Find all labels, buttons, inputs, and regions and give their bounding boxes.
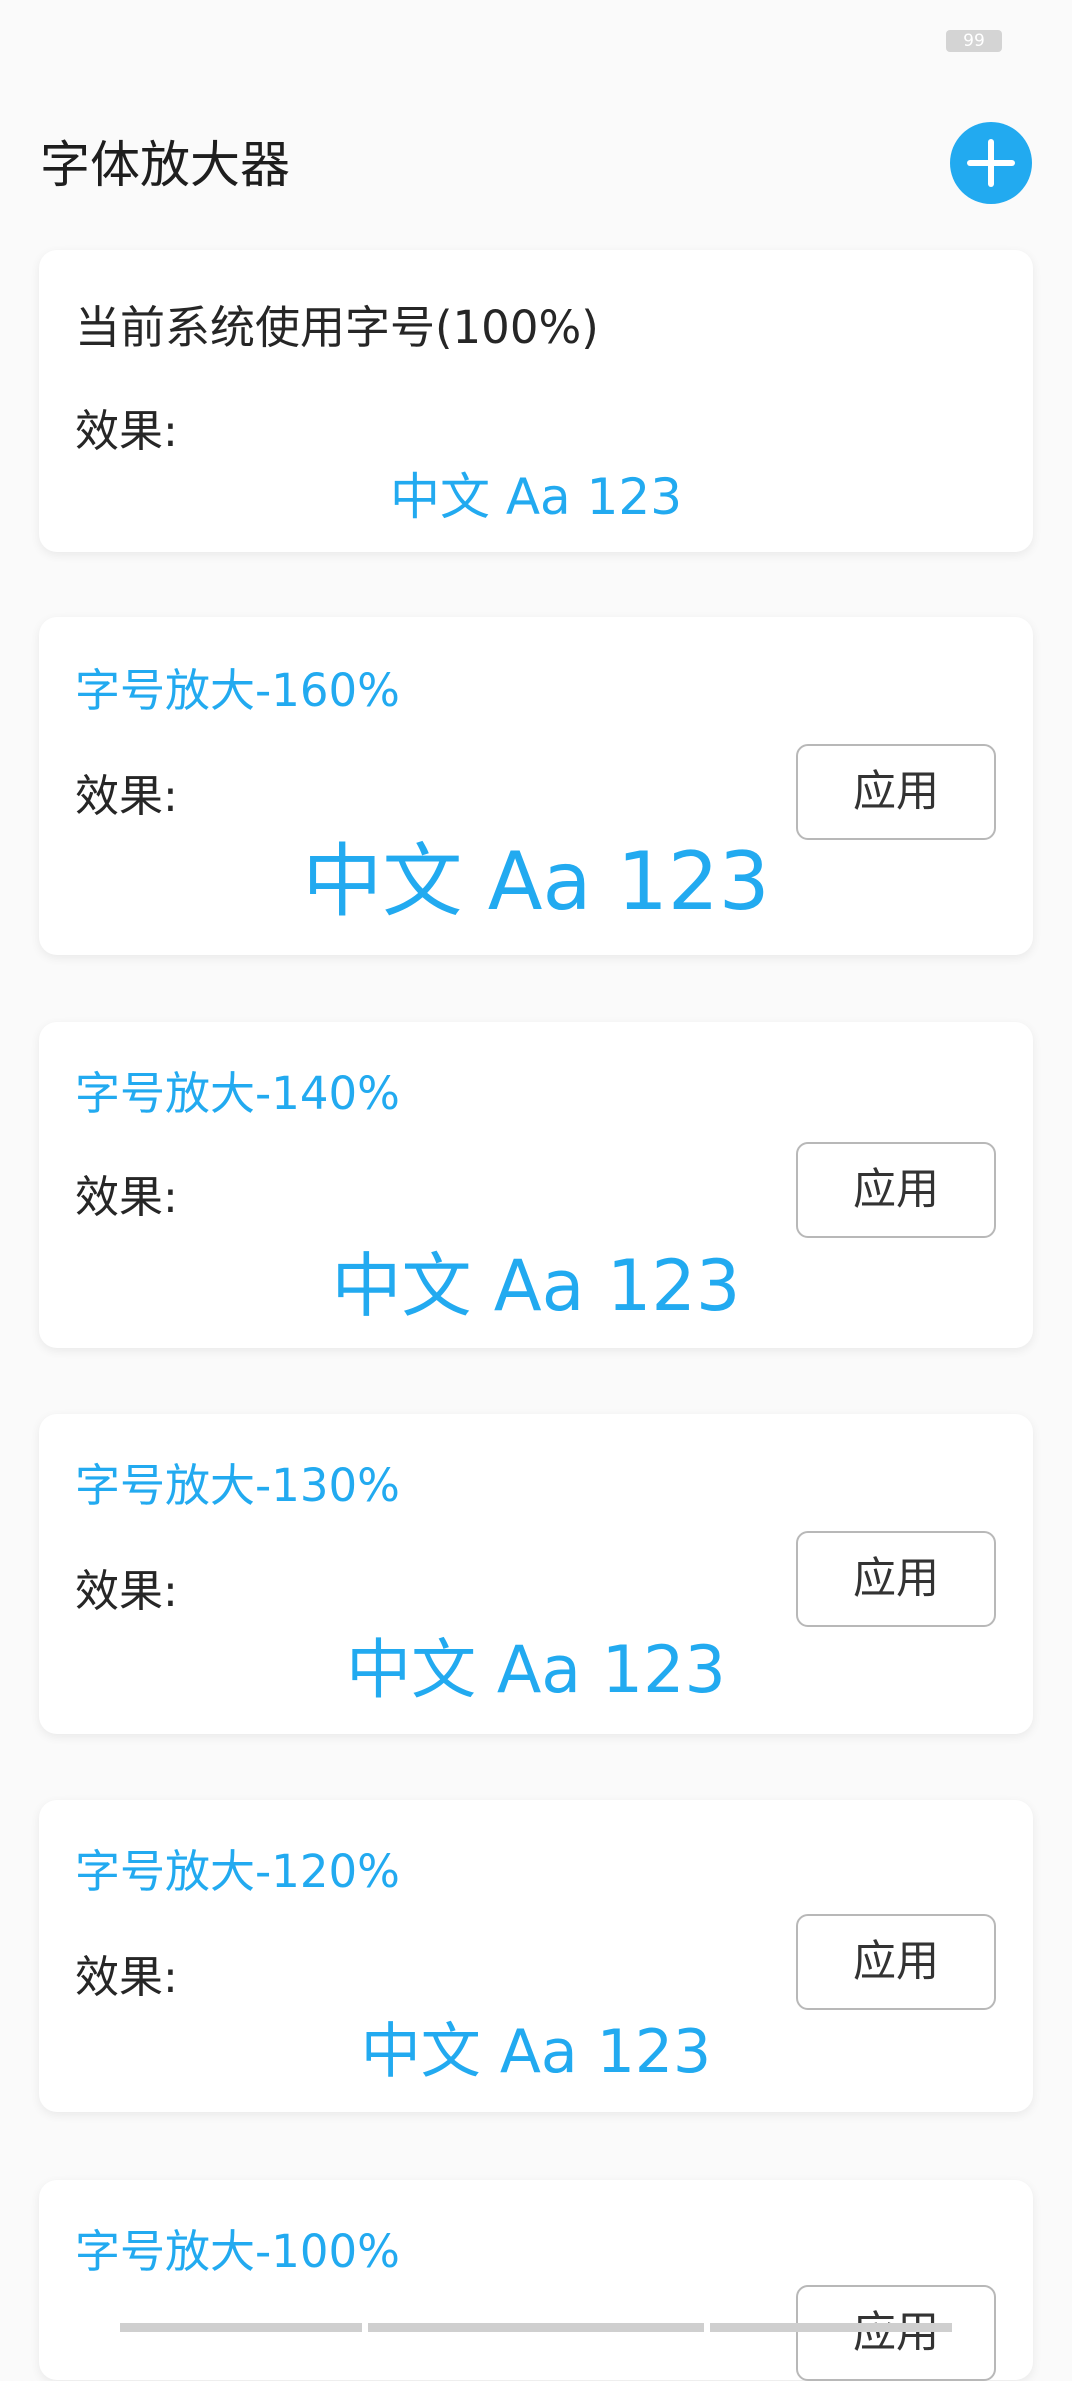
apply-button[interactable]: 应用 <box>796 1914 996 2010</box>
page-title: 字体放大器 <box>40 136 290 194</box>
current-font-card: 当前系统使用字号(100%) 效果: 中文 Aa 123 <box>39 250 1033 552</box>
apply-button[interactable]: 应用 <box>796 744 996 840</box>
font-option-card-140: 字号放大-140% 效果: 应用 中文 Aa 123 <box>39 1022 1033 1348</box>
font-preview: 中文 Aa 123 <box>302 835 770 928</box>
font-option-card-100: 字号放大-100% 应用 <box>39 2180 1033 2381</box>
effect-label: 效果: <box>75 771 178 822</box>
add-button[interactable] <box>950 122 1032 204</box>
plus-icon <box>967 139 1015 187</box>
font-preview: 中文 Aa 123 <box>346 1633 726 1708</box>
font-option-card-160: 字号放大-160% 效果: 应用 中文 Aa 123 <box>39 617 1033 955</box>
font-option-title: 字号放大-120% <box>75 1845 400 1898</box>
font-option-card-130: 字号放大-130% 效果: 应用 中文 Aa 123 <box>39 1414 1033 1734</box>
font-option-title: 字号放大-160% <box>75 664 400 717</box>
font-option-title: 字号放大-130% <box>75 1459 400 1512</box>
font-option-title: 字号放大-100% <box>75 2225 400 2278</box>
font-option-card-120: 字号放大-120% 效果: 应用 中文 Aa 123 <box>39 1800 1033 2112</box>
effect-label: 效果: <box>75 1172 178 1223</box>
nav-bar-segment <box>120 2323 362 2332</box>
nav-bar-segment <box>368 2323 704 2332</box>
font-preview: 中文 Aa 123 <box>331 1245 741 1327</box>
effect-label: 效果: <box>75 1952 178 2003</box>
apply-button[interactable]: 应用 <box>796 1531 996 1627</box>
effect-label: 效果: <box>75 406 178 457</box>
font-preview: 中文 Aa 123 <box>360 2017 712 2087</box>
current-font-title: 当前系统使用字号(100%) <box>75 301 599 354</box>
apply-button[interactable]: 应用 <box>796 1142 996 1238</box>
font-option-title: 字号放大-140% <box>75 1067 400 1120</box>
effect-label: 效果: <box>75 1566 178 1617</box>
battery-indicator: 99 <box>946 30 1002 52</box>
font-preview: 中文 Aa 123 <box>389 468 683 526</box>
apply-button[interactable]: 应用 <box>796 2285 996 2381</box>
nav-bar-segment <box>710 2323 952 2332</box>
